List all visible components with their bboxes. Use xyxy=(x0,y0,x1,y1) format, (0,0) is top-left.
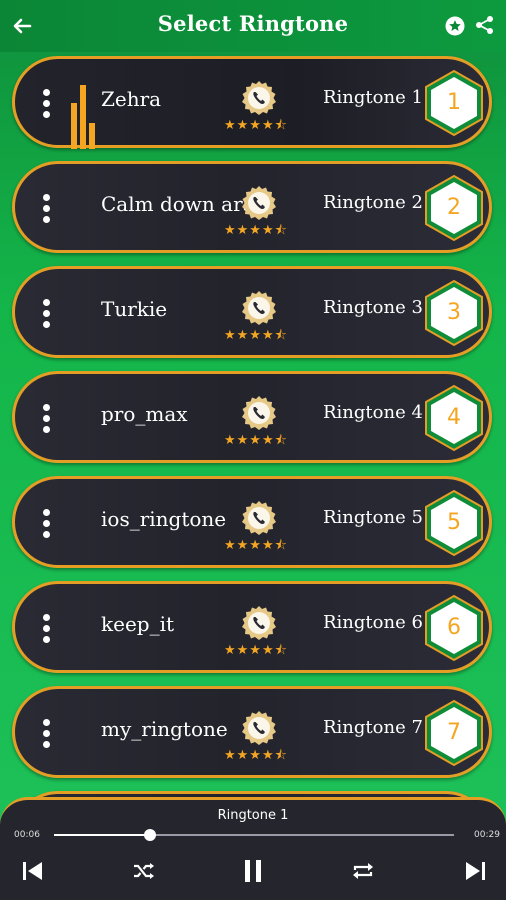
repeat-icon[interactable] xyxy=(350,858,376,884)
ringtone-name: pro_max xyxy=(101,402,188,426)
next-icon[interactable] xyxy=(462,858,488,884)
ringtone-number: 3 xyxy=(447,300,461,325)
now-playing-title: Ringtone 1 xyxy=(217,808,289,823)
ringtone-card-7[interactable]: my_ringtone ★★★★⯪ Ringtone 7 7 xyxy=(12,686,492,778)
rating-stars: ★★★★⯪ xyxy=(224,328,288,343)
phone-badge-icon[interactable] xyxy=(239,79,279,119)
rating-stars: ★★★★⯪ xyxy=(224,433,288,448)
more-options-icon[interactable] xyxy=(37,194,55,224)
equalizer-bars-icon xyxy=(71,85,103,149)
ringtone-number: 7 xyxy=(447,720,461,745)
ringtone-label: Ringtone 5 xyxy=(323,507,423,528)
pause-icon[interactable] xyxy=(240,858,266,884)
star-badge-icon[interactable] xyxy=(444,15,466,37)
share-icon[interactable] xyxy=(475,15,495,35)
ringtone-name: Turkie xyxy=(101,297,168,321)
ringtone-label: Ringtone 7 xyxy=(323,717,423,738)
ringtone-card-6[interactable]: keep_it ★★★★⯪ Ringtone 6 6 xyxy=(12,581,492,673)
more-options-icon[interactable] xyxy=(37,299,55,329)
ringtone-label: Ringtone 2 xyxy=(323,192,423,213)
rating-stars: ★★★★⯪ xyxy=(224,118,288,133)
more-options-icon[interactable] xyxy=(37,89,55,119)
duration-time: 00:29 xyxy=(474,830,500,840)
rating-stars: ★★★★⯪ xyxy=(224,538,288,553)
phone-badge-icon[interactable] xyxy=(239,394,279,434)
shuffle-icon[interactable] xyxy=(130,858,156,884)
ringtone-name: my_ringtone xyxy=(101,717,228,741)
more-options-icon[interactable] xyxy=(37,614,55,644)
phone-badge-icon[interactable] xyxy=(239,709,279,749)
rating-stars: ★★★★⯪ xyxy=(224,748,288,763)
media-player: Ringtone 1 00:06 00:29 xyxy=(0,797,506,900)
ringtone-label: Ringtone 1 xyxy=(323,87,423,108)
ringtone-card-1[interactable]: Zehra ★★★★⯪ Ringtone 1 1 xyxy=(12,56,492,149)
phone-badge-icon[interactable] xyxy=(239,289,279,329)
ringtone-name: ios_ringtone xyxy=(101,507,227,531)
page-title: Select Ringtone xyxy=(157,11,349,36)
rating-stars: ★★★★⯪ xyxy=(224,223,288,238)
rating-stars: ★★★★⯪ xyxy=(224,643,288,658)
ringtone-name: keep_it xyxy=(101,612,175,636)
seek-bar-fill xyxy=(54,834,150,836)
ringtone-name: Calm down arabic xyxy=(101,192,249,216)
app-header: Select Ringtone xyxy=(0,0,506,52)
ringtone-card-5[interactable]: ios_ringtone ★★★★⯪ Ringtone 5 5 xyxy=(12,476,492,568)
previous-icon[interactable] xyxy=(20,858,46,884)
ringtone-card-2[interactable]: Calm down arabic ★★★★⯪ Ringtone 2 2 xyxy=(12,161,492,253)
elapsed-time: 00:06 xyxy=(14,830,40,840)
ringtone-card-3[interactable]: Turkie ★★★★⯪ Ringtone 3 3 xyxy=(12,266,492,358)
more-options-icon[interactable] xyxy=(37,509,55,539)
ringtone-card-4[interactable]: pro_max ★★★★⯪ Ringtone 4 4 xyxy=(12,371,492,463)
phone-badge-icon[interactable] xyxy=(239,499,279,539)
ringtone-name: Zehra xyxy=(101,87,162,111)
more-options-icon[interactable] xyxy=(37,404,55,434)
seek-bar-thumb[interactable] xyxy=(144,829,156,841)
phone-badge-icon[interactable] xyxy=(239,184,279,224)
ringtone-number: 5 xyxy=(447,510,461,535)
ringtone-number: 2 xyxy=(447,195,461,220)
seek-bar[interactable] xyxy=(54,829,454,841)
ringtone-label: Ringtone 3 xyxy=(323,297,423,318)
ringtone-number: 1 xyxy=(447,90,461,115)
ringtone-number: 6 xyxy=(447,615,461,640)
more-options-icon[interactable] xyxy=(37,719,55,749)
ringtone-label: Ringtone 4 xyxy=(323,402,423,423)
phone-badge-icon[interactable] xyxy=(239,604,279,644)
ringtone-label: Ringtone 6 xyxy=(323,612,423,633)
ringtone-number: 4 xyxy=(447,405,461,430)
